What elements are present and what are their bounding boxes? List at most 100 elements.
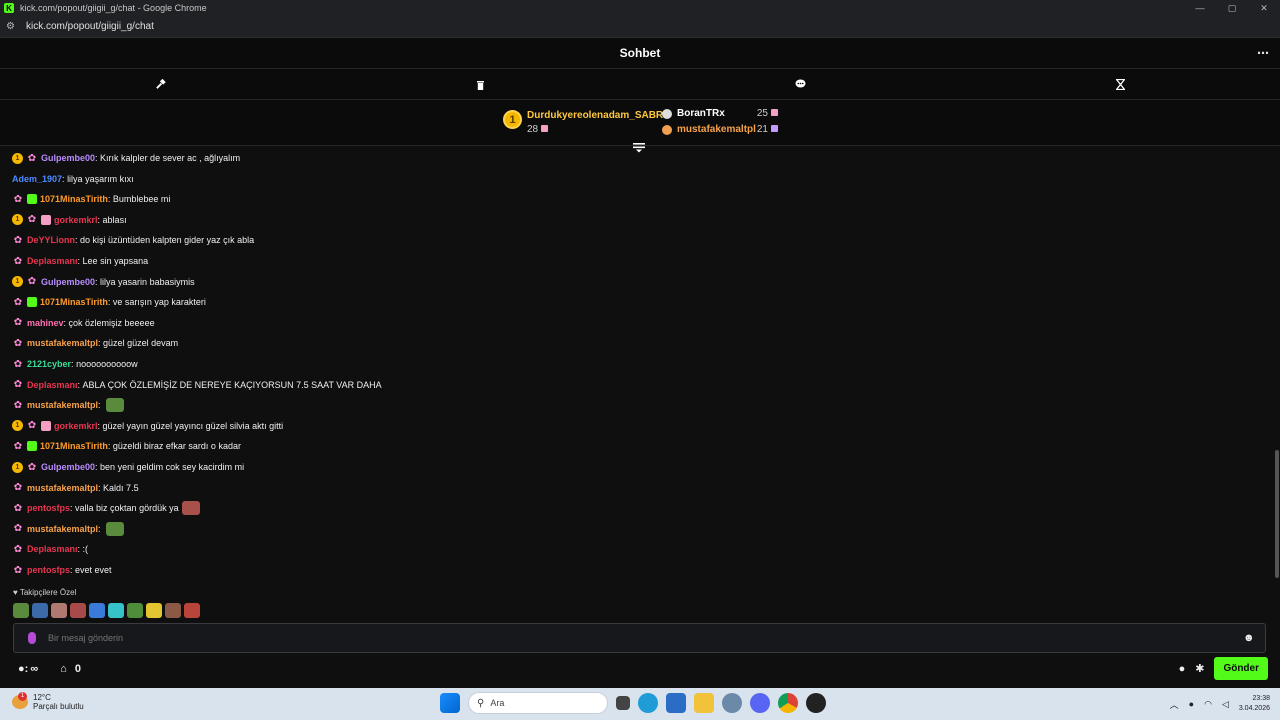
sub-badge-icon	[27, 194, 37, 205]
chat-username[interactable]: mustafakemaltpl	[27, 524, 98, 534]
chat-username[interactable]: gorkemkrl	[54, 215, 98, 225]
chat-username[interactable]: Gulpembe00	[41, 153, 95, 163]
chat-separator: :	[98, 400, 104, 411]
gifter-badge-icon: 1	[12, 420, 23, 432]
edge-icon[interactable]	[638, 693, 658, 713]
chat-username[interactable]: DeYYLionn	[27, 235, 75, 245]
wifi-icon[interactable]: ◠	[1204, 699, 1212, 710]
chat-input[interactable]	[48, 633, 1243, 643]
chevron-up-icon[interactable]: ︿	[1170, 698, 1179, 711]
butterfly-badge-icon: ✿	[13, 317, 23, 329]
settings-app-icon[interactable]	[722, 693, 742, 713]
butterfly-badge-icon: ✿	[13, 564, 23, 576]
site-settings-icon[interactable]: ⚙	[6, 21, 18, 32]
chat-username[interactable]: Deplasmanı	[27, 380, 78, 390]
emoji-icon[interactable]: ☻	[1243, 632, 1257, 644]
volume-icon[interactable]: ◁	[1222, 699, 1229, 710]
url-text[interactable]: kick.com/popout/giigii_g/chat	[26, 21, 154, 32]
settings-icon[interactable]: ✱	[1195, 662, 1204, 675]
store-icon[interactable]	[666, 693, 686, 713]
leaderboard-row[interactable]: mustafakemaltpl 21	[662, 124, 778, 135]
chat-username[interactable]: Deplasmanı	[27, 544, 78, 554]
chat-emote-frog	[106, 398, 125, 413]
minimize-icon[interactable]: —	[1184, 0, 1216, 16]
emote-frog[interactable]	[13, 603, 29, 618]
address-bar[interactable]: ⚙ kick.com/popout/giigii_g/chat	[0, 16, 1280, 38]
chat-text: güzel yayın güzel yayıncı güzel silvia a…	[102, 420, 284, 431]
gifter-badge-icon: 1	[12, 276, 23, 288]
chat-username[interactable]: gorkemkrl	[54, 421, 98, 431]
chat-text: Bumblebee mi	[112, 194, 171, 205]
emote-frog-blue[interactable]	[32, 603, 48, 618]
trash-icon[interactable]	[320, 69, 640, 99]
emote-person-red[interactable]	[184, 603, 200, 618]
chat-text: noooooooooow	[76, 359, 138, 369]
chat-text: ve sarışın yap karakteri	[112, 297, 206, 308]
more-icon[interactable]: ⋯	[1257, 46, 1270, 60]
weather-desc: Parçalı bulutlu	[33, 702, 84, 711]
chat-message: ✿ 1071MinasTirith: Bumblebee mi	[12, 191, 171, 207]
leaderboard-first[interactable]: 1 Durdukyereolenadam_SABRI 28	[503, 110, 666, 135]
chat-username[interactable]: Gulpembe00	[41, 462, 95, 472]
file-explorer-icon[interactable]	[694, 693, 714, 713]
microphone-icon[interactable]	[28, 632, 36, 644]
chat-username[interactable]: mustafakemaltpl	[27, 400, 98, 410]
chrome-icon[interactable]	[778, 693, 798, 713]
emote-bird[interactable]	[89, 603, 105, 618]
chat-text: lilya yasarin babasiymis	[100, 276, 195, 287]
windows-start-icon[interactable]	[440, 693, 460, 713]
chat-username[interactable]: 2121cyber	[27, 359, 71, 369]
chat-message: ✿ pentosfps: valla biz çoktan gördük ya	[12, 500, 200, 516]
chat-username[interactable]: Deplasmanı	[27, 256, 78, 266]
chat-message: ✿ 1071MinasTirith: güzeldi biraz efkar sa…	[12, 438, 241, 454]
weather-icon	[12, 692, 28, 709]
chat-username[interactable]: pentosfps	[27, 503, 70, 513]
microphone-tray-icon[interactable]: ●	[1189, 699, 1194, 709]
taskbar-search[interactable]: ⚲ Ara	[468, 692, 608, 714]
clock[interactable]: 23:38 3.04.2026	[1239, 694, 1270, 714]
chat-bubble-icon[interactable]: ●	[1179, 663, 1186, 675]
chat-scrollbar[interactable]	[1275, 450, 1279, 578]
weather-widget[interactable]: 12°C Parçalı bulutlu	[12, 692, 84, 711]
chat-username[interactable]: pentosfps	[27, 565, 70, 575]
hourglass-icon[interactable]	[960, 69, 1280, 99]
chat-input-box[interactable]: ☻	[13, 623, 1266, 653]
hammer-icon[interactable]	[0, 69, 320, 99]
chat-username[interactable]: mustafakemaltpl	[27, 338, 98, 348]
emote-face[interactable]	[51, 603, 67, 618]
send-button[interactable]: Gönder	[1214, 657, 1268, 680]
chat-username[interactable]: mustafakemaltpl	[27, 483, 98, 493]
emote-blob[interactable]	[108, 603, 124, 618]
chat-message: ✿ Deplasmanı: Lee sin yapsana	[12, 253, 148, 269]
chat-username[interactable]: Gulpembe00	[41, 277, 95, 287]
chat-header: Sohbet ⋯	[0, 38, 1280, 69]
chat-username[interactable]: 1071MinasTirith	[40, 441, 108, 451]
footer-left: ●: ∞ ⌂ 0	[18, 663, 81, 675]
close-icon[interactable]: ✕	[1248, 0, 1280, 16]
emote-yellow[interactable]	[146, 603, 162, 618]
search-icon: ⚲	[477, 697, 485, 709]
windows-taskbar: 12°C Parçalı bulutlu ⚲ Ara ︿ ● ◠ ◁ 23:38…	[0, 688, 1280, 720]
discord-icon[interactable]	[750, 693, 770, 713]
task-view-icon[interactable]	[616, 696, 630, 710]
shop-icon[interactable]: ⌂	[60, 663, 67, 675]
chat-username[interactable]: 1071MinasTirith	[40, 194, 108, 204]
points-icon[interactable]: ●:	[18, 663, 28, 675]
leaderboard-first-count: 28	[527, 124, 666, 135]
chat-username[interactable]: 1071MinasTirith	[40, 297, 108, 307]
maximize-icon[interactable]: ▢	[1216, 0, 1248, 16]
chat-text: güzel güzel devam	[103, 338, 179, 349]
butterfly-badge-icon: ✿	[13, 543, 23, 555]
butterfly-badge-icon: ✿	[13, 337, 23, 349]
app-icon[interactable]	[806, 693, 826, 713]
chat-username[interactable]: mahinev	[27, 318, 64, 328]
chat-bubble-icon[interactable]	[640, 69, 960, 99]
chat-message: 1 ✿ gorkemkrl: ablası	[12, 212, 127, 228]
chat-message: ✿ 1071MinasTirith: ve sarışın yap karakte…	[12, 294, 206, 310]
sub-badge-icon	[27, 441, 37, 452]
chat-username[interactable]: Adem_1907	[12, 174, 62, 184]
emote-frog-green[interactable]	[127, 603, 143, 618]
leaderboard-row[interactable]: BoranTRx 25	[662, 108, 778, 119]
emote-person[interactable]	[165, 603, 181, 618]
emote-face-red[interactable]	[70, 603, 86, 618]
